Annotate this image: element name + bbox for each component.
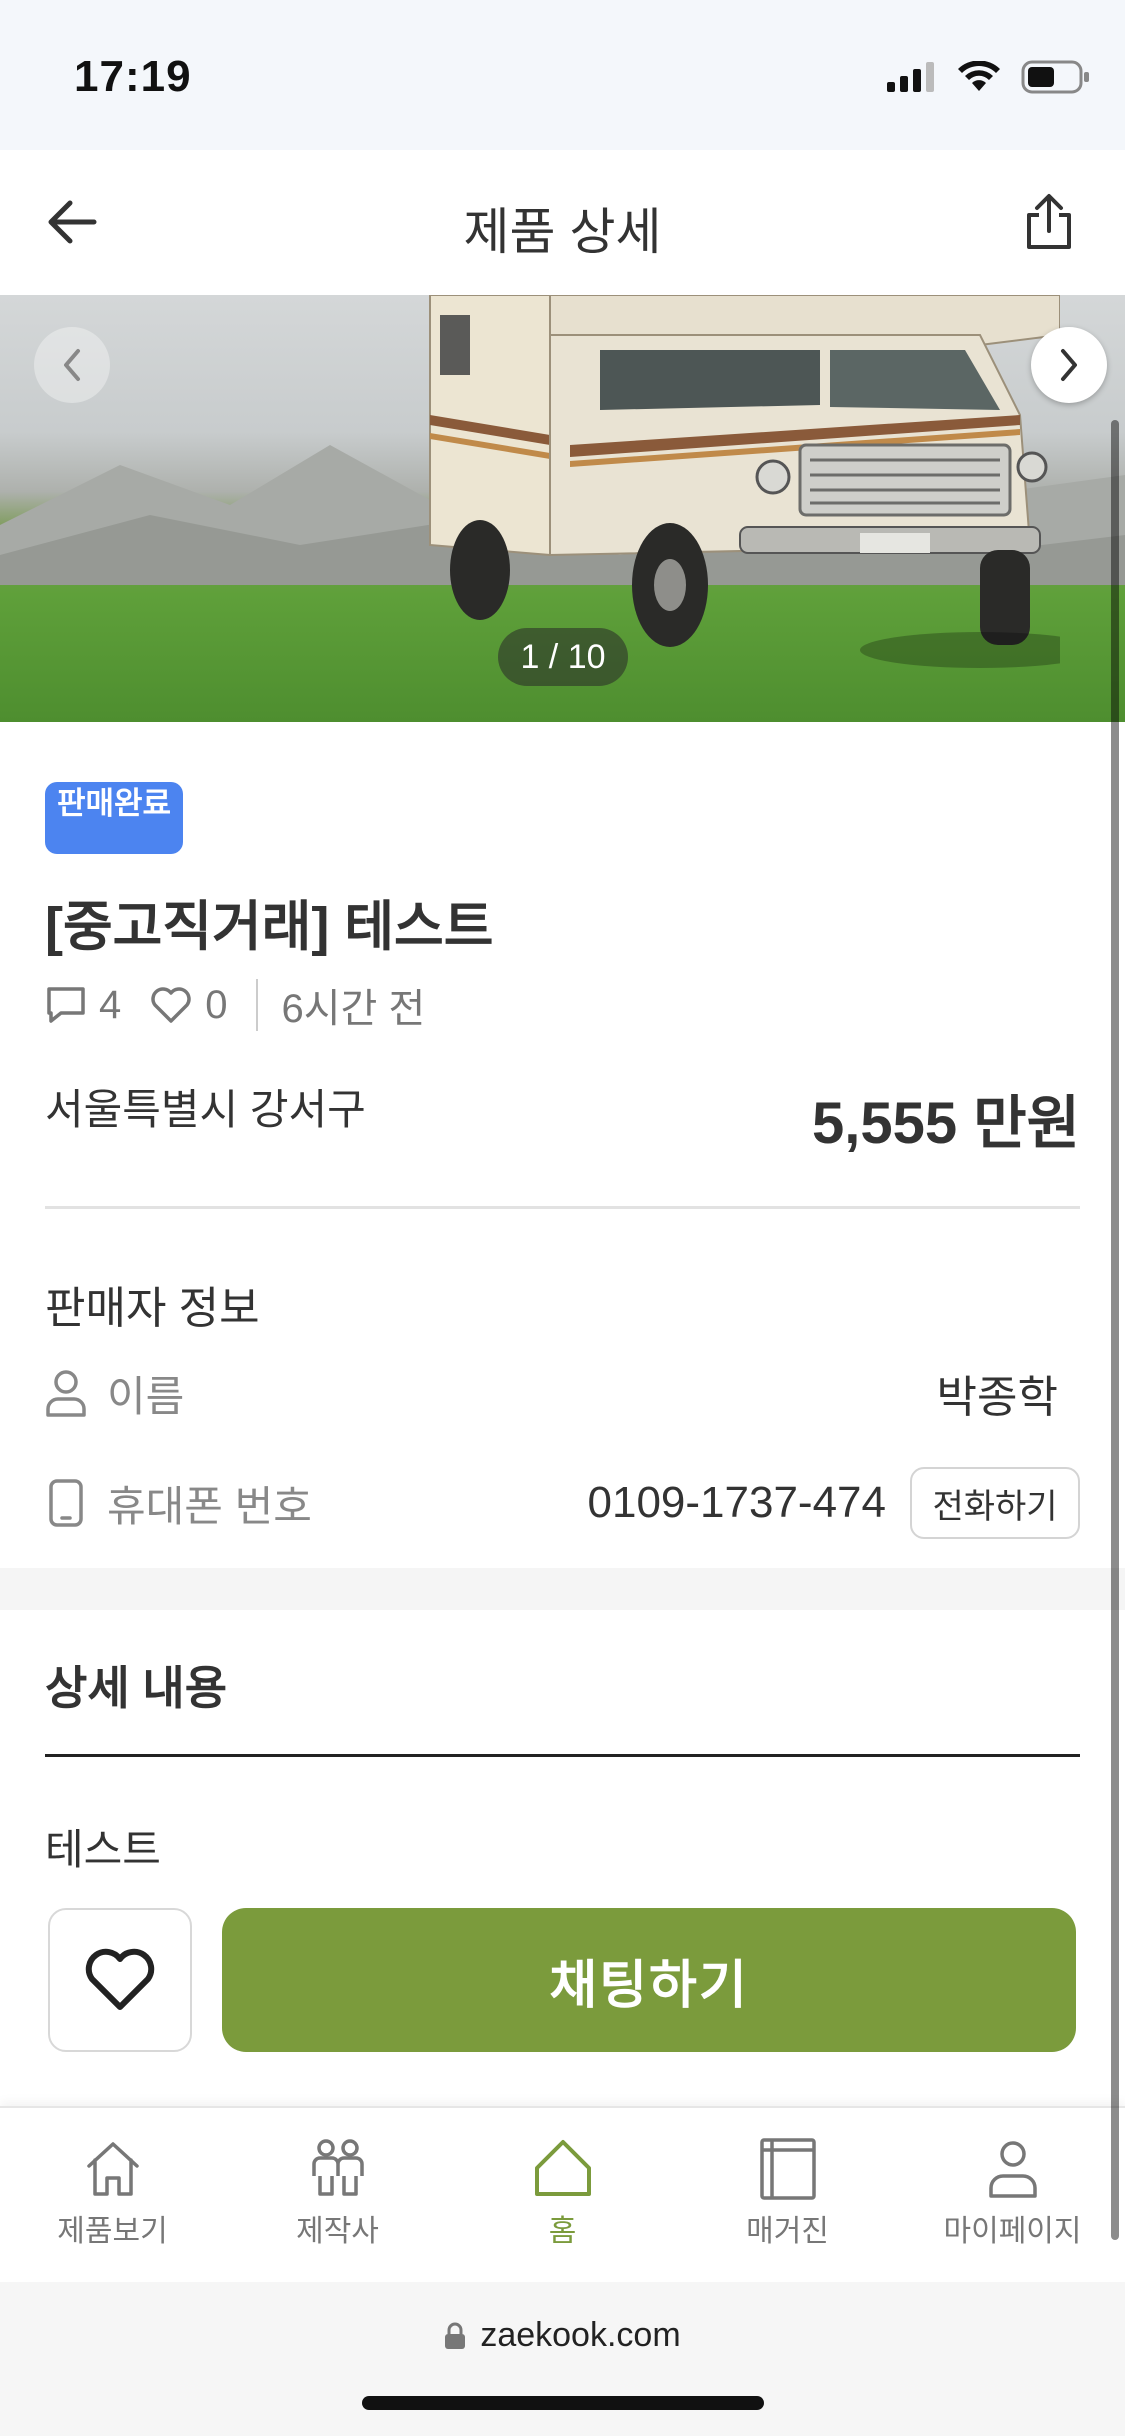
nav-item-makers[interactable]: 제작사: [225, 2108, 450, 2282]
url-display[interactable]: zaekook.com: [0, 2316, 1125, 2355]
seller-name-row: 이름 박종학: [45, 1358, 1080, 1428]
scrollbar[interactable]: [1111, 420, 1119, 2240]
seller-phone-row: 휴대폰 번호 0109-1737-474 전화하기: [45, 1467, 1080, 1539]
bottom-nav: 제품보기 제작사 홈 매거진 마이페이지: [0, 2106, 1125, 2282]
posted-time: 6시간 전: [281, 987, 426, 1031]
gallery-next-button[interactable]: [1031, 327, 1107, 403]
nav-item-products[interactable]: 제품보기: [0, 2108, 225, 2282]
like-count: 0: [205, 982, 228, 1027]
status-bar: 17:19: [0, 0, 1125, 150]
comment-icon: [47, 987, 85, 1023]
call-button[interactable]: 전화하기: [910, 1467, 1080, 1539]
product-location: 서울특별시 강서구: [45, 1086, 366, 1133]
wifi-icon: [958, 61, 1000, 91]
person-icon: [988, 2141, 1037, 2198]
status-time: 17:19: [74, 52, 192, 101]
detail-heading: 상세 내용: [45, 1662, 228, 1714]
seller-phone-label: 휴대폰 번호: [107, 1482, 312, 1530]
gallery-counter: 1 / 10: [498, 628, 628, 686]
product-meta: 4 0 6시간 전: [45, 978, 425, 1032]
seller-name-label: 이름: [107, 1372, 185, 1420]
comment-count: 4: [99, 982, 122, 1027]
seller-phone-value: 0109-1737-474: [587, 1478, 886, 1527]
people-icon: [311, 2139, 364, 2196]
header: 제품 상세: [0, 150, 1125, 295]
section-separator: [0, 1568, 1125, 1610]
product-title: [중고직거래] 테스트: [45, 897, 494, 957]
detail-body: 테스트: [45, 1826, 161, 1873]
product-price: 5,555 만원: [812, 1091, 1080, 1156]
battery-icon: [1021, 60, 1089, 94]
chevron-left-icon: [64, 349, 80, 381]
magazine-icon: [759, 2138, 816, 2200]
chevron-right-icon: [1061, 349, 1077, 381]
cellular-signal-icon: [887, 62, 934, 92]
home-indicator: [362, 2396, 764, 2410]
nav-label-products: 제품보기: [57, 2215, 168, 2248]
chat-button[interactable]: 채팅하기: [222, 1908, 1076, 2052]
home-icon: [534, 2140, 591, 2196]
share-icon: [1027, 194, 1071, 249]
detail-divider: [45, 1754, 1080, 1757]
status-badge: 판매완료: [45, 782, 183, 854]
heart-icon: [85, 1948, 155, 2010]
divider: [45, 1206, 1080, 1209]
status-icons: [887, 60, 1091, 94]
nav-item-mypage[interactable]: 마이페이지: [900, 2108, 1125, 2282]
meta-divider: [255, 979, 258, 1031]
url-text: zaekook.com: [480, 2316, 681, 2354]
mobile-phone-icon: [49, 1479, 83, 1527]
seller-info-heading: 판매자 정보: [45, 1284, 260, 1333]
heart-outline-icon: [151, 987, 191, 1023]
lock-icon: [445, 2322, 466, 2349]
house-icon: [86, 2142, 139, 2196]
nav-label-mypage: 마이페이지: [943, 2215, 1082, 2248]
nav-item-magazine[interactable]: 매거진: [675, 2108, 900, 2282]
favorite-button[interactable]: [48, 1908, 192, 2052]
browser-url-bar[interactable]: zaekook.com: [0, 2282, 1125, 2436]
seller-name-value: 박종학: [936, 1373, 1058, 1422]
nav-item-home[interactable]: 홈: [450, 2108, 675, 2282]
nav-label-makers: 제작사: [296, 2215, 379, 2248]
nav-label-home: 홈: [548, 2215, 577, 2248]
page-title: 제품 상세: [463, 204, 662, 260]
person-icon: [46, 1370, 86, 1417]
product-image-gallery[interactable]: 1 / 10: [0, 295, 1125, 722]
nav-label-magazine: 매거진: [746, 2215, 829, 2248]
share-button[interactable]: [1013, 186, 1085, 258]
gallery-prev-button[interactable]: [34, 327, 110, 403]
